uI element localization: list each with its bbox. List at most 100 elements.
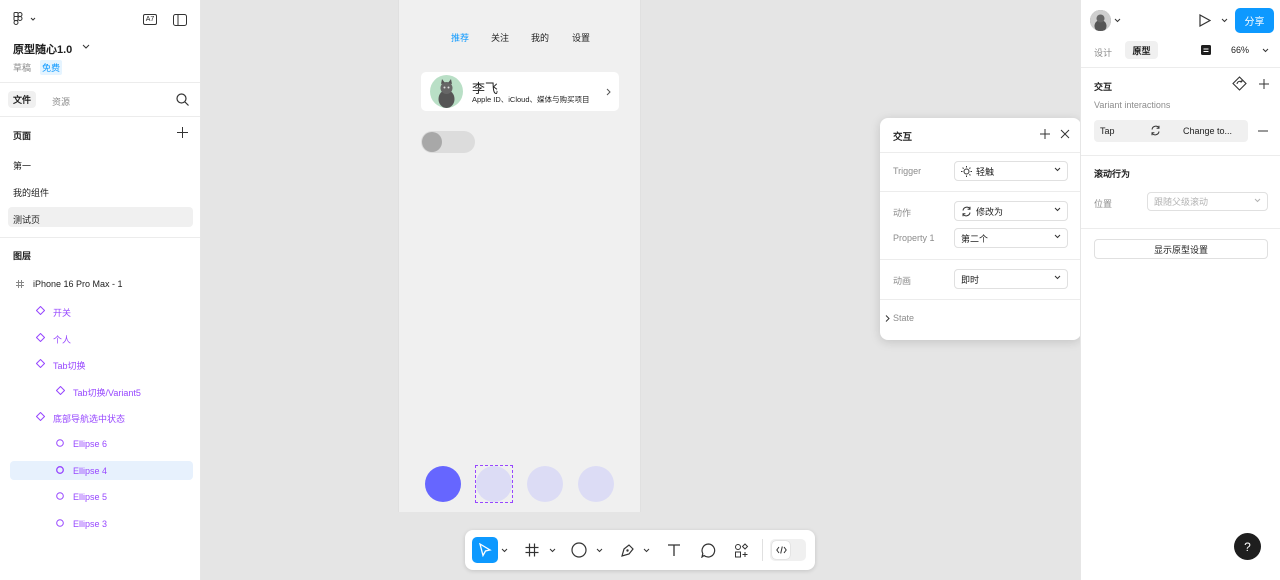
toggle-switch[interactable] xyxy=(421,131,475,153)
ellipse-icon xyxy=(56,492,64,500)
toolbar-divider xyxy=(762,539,763,561)
page-item-3[interactable]: 测试页 xyxy=(13,213,40,226)
trigger-select[interactable]: 轻触 xyxy=(954,161,1068,181)
cat-avatar-icon xyxy=(1090,10,1111,31)
animation-value: 即时 xyxy=(961,274,980,285)
toggle-knob xyxy=(422,132,442,152)
phone-frame[interactable]: 推荐 关注 我的 设置 李飞 Apple ID、iCloud、媒体与购买项目 xyxy=(398,0,641,512)
actions-tool[interactable] xyxy=(728,537,754,563)
frame-tab-recommend[interactable]: 推荐 xyxy=(451,31,469,44)
trigger-label: Trigger xyxy=(893,166,922,176)
move-tool[interactable] xyxy=(472,537,498,563)
layer-ellipse-6[interactable]: Ellipse 6 xyxy=(73,439,107,449)
chevron-down-icon[interactable] xyxy=(1221,18,1228,23)
pen-tool[interactable] xyxy=(614,537,640,563)
right-panel: 分享 设计 原型 66% 交互 Variant interactions Tap… xyxy=(1080,0,1280,580)
tab-file[interactable]: 文件 xyxy=(8,91,36,108)
share-button[interactable]: 分享 xyxy=(1235,8,1274,33)
nav-dot-active[interactable] xyxy=(425,466,461,502)
figma-logo-icon xyxy=(13,12,36,25)
tab-assets[interactable]: 资源 xyxy=(52,95,70,108)
close-icon[interactable] xyxy=(1060,129,1070,139)
change-to-label: Change to... xyxy=(1183,126,1233,136)
position-value: 跟随父级滚动 xyxy=(1154,197,1209,207)
zoom-level[interactable]: 66% xyxy=(1231,45,1249,55)
component-icon xyxy=(56,386,65,395)
property-select[interactable]: 第二个 xyxy=(954,228,1068,248)
tap-icon xyxy=(961,165,972,177)
selection-box[interactable] xyxy=(475,465,513,503)
aa-badge[interactable]: A7 xyxy=(143,14,157,25)
layer-ellipse-4[interactable]: Ellipse 4 xyxy=(73,466,107,476)
frame-tab-follow[interactable]: 关注 xyxy=(491,31,509,44)
help-button[interactable]: ? xyxy=(1234,533,1261,560)
play-icon[interactable] xyxy=(1199,14,1211,27)
user-avatar[interactable] xyxy=(1090,10,1111,31)
component-icon xyxy=(36,333,45,342)
remove-icon[interactable] xyxy=(1258,130,1268,132)
property-value: 第二个 xyxy=(961,233,989,244)
chevron-down-icon[interactable] xyxy=(549,548,556,553)
page-item-2[interactable]: 我的组件 xyxy=(13,186,49,199)
state-label[interactable]: State xyxy=(893,313,914,323)
ellipse-icon xyxy=(56,439,64,447)
chevron-down-icon[interactable] xyxy=(1262,48,1269,53)
tap-label: Tap xyxy=(1100,126,1115,136)
dev-mode-knob xyxy=(772,541,790,559)
layer-bottom-nav-state[interactable]: 底部导航选中状态 xyxy=(53,412,125,425)
interaction-popup[interactable]: 交互 Trigger 轻触 动作 修改为 Property 1 第二个 动画 即… xyxy=(880,118,1081,340)
layer-ellipse-3[interactable]: Ellipse 3 xyxy=(73,519,107,529)
nav-dot[interactable] xyxy=(527,466,563,502)
device-icon[interactable] xyxy=(1201,45,1211,55)
comment-tool[interactable] xyxy=(695,537,721,563)
nav-dot[interactable] xyxy=(476,466,512,502)
draft-label: 草稿 xyxy=(13,63,32,73)
tab-design[interactable]: 设计 xyxy=(1094,46,1112,59)
main-menu-button[interactable] xyxy=(13,12,37,26)
chevron-down-icon xyxy=(1054,275,1061,280)
comment-icon xyxy=(700,542,715,558)
layer-tab-variant5[interactable]: Tab切换/Variant5 xyxy=(73,386,141,399)
chevron-down-icon[interactable] xyxy=(82,44,90,50)
chevron-down-icon[interactable] xyxy=(596,548,603,553)
nav-dot[interactable] xyxy=(578,466,614,502)
frame-tab-mine[interactable]: 我的 xyxy=(531,31,549,44)
sidebar-toggle-icon[interactable] xyxy=(173,14,187,26)
add-icon[interactable] xyxy=(1040,129,1050,139)
plan-badge[interactable]: 免费 xyxy=(40,60,63,75)
action-select[interactable]: 修改为 xyxy=(954,201,1068,221)
chevron-right-icon xyxy=(606,88,611,96)
popup-title: 交互 xyxy=(893,132,913,143)
interaction-link-icon[interactable] xyxy=(1232,76,1247,91)
cursor-icon xyxy=(479,543,492,557)
page-item-1[interactable]: 第一 xyxy=(13,159,31,172)
component-icon xyxy=(36,359,45,368)
animation-select[interactable]: 即时 xyxy=(954,269,1068,289)
profile-card[interactable]: 李飞 Apple ID、iCloud、媒体与购买项目 xyxy=(421,72,619,111)
layer-frame[interactable]: iPhone 16 Pro Max - 1 xyxy=(33,279,123,289)
chevron-down-icon[interactable] xyxy=(643,548,650,553)
layer-tab-switch[interactable]: Tab切换 xyxy=(53,359,86,372)
file-name[interactable]: 原型随心1.0 xyxy=(13,41,72,57)
tab-prototype[interactable]: 原型 xyxy=(1125,41,1158,59)
layer-profile[interactable]: 个人 xyxy=(53,333,71,346)
layer-ellipse-5[interactable]: Ellipse 5 xyxy=(73,492,107,502)
frame-icon xyxy=(16,280,24,288)
text-tool[interactable] xyxy=(661,537,687,563)
add-interaction-icon[interactable] xyxy=(1259,79,1269,89)
interaction-heading: 交互 xyxy=(1094,82,1113,92)
shape-tool[interactable] xyxy=(566,537,592,563)
layer-switch[interactable]: 开关 xyxy=(53,306,71,319)
add-page-icon[interactable] xyxy=(177,127,188,138)
interaction-row[interactable]: Tap Change to... xyxy=(1094,120,1248,142)
chevron-down-icon[interactable] xyxy=(1114,18,1121,23)
dev-mode-toggle[interactable] xyxy=(770,539,806,561)
scroll-heading: 滚动行为 xyxy=(1094,169,1131,179)
position-select[interactable]: 跟随父级滚动 xyxy=(1147,192,1268,211)
search-icon[interactable] xyxy=(176,93,189,106)
chevron-right-icon[interactable] xyxy=(885,315,890,322)
chevron-down-icon[interactable] xyxy=(501,548,508,553)
frame-tab-settings[interactable]: 设置 xyxy=(572,31,590,44)
frame-tool[interactable] xyxy=(519,537,545,563)
prototype-settings-button[interactable]: 显示原型设置 xyxy=(1094,239,1268,259)
